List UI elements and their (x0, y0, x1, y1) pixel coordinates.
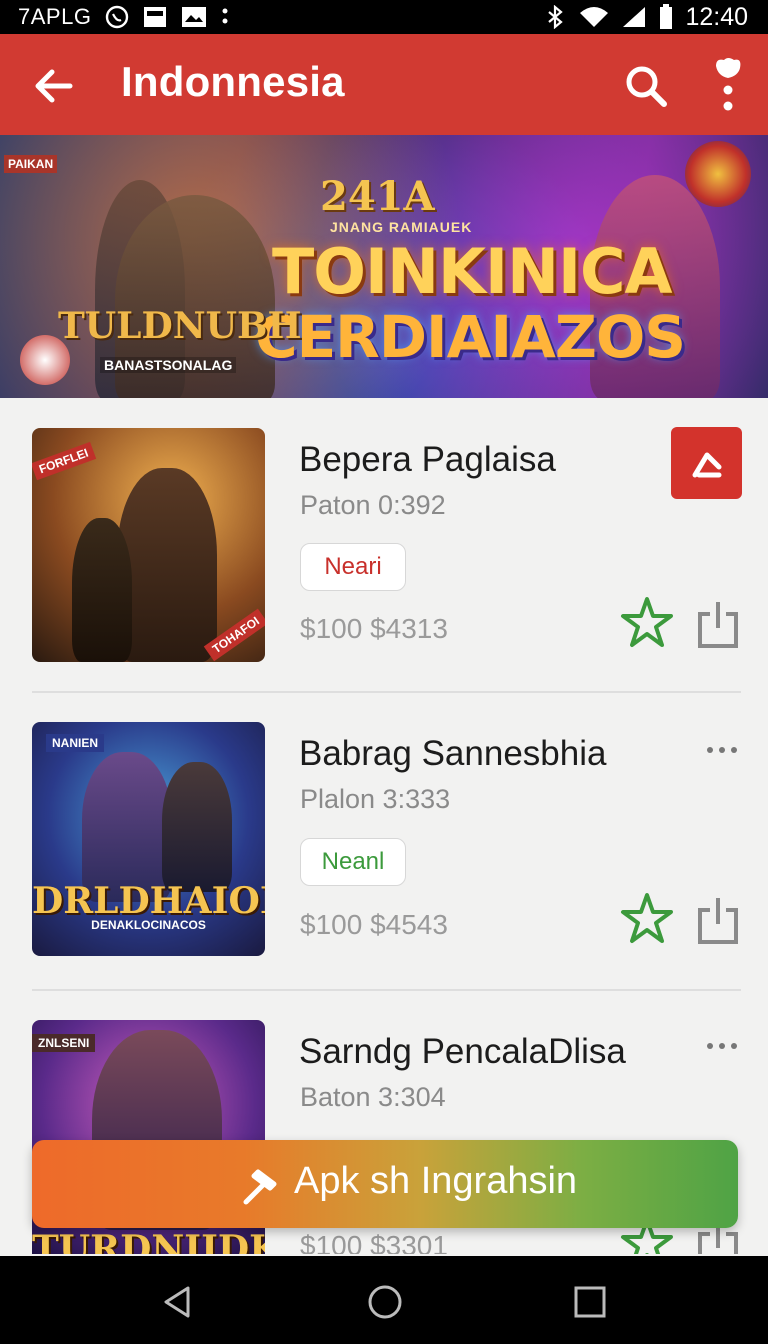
thumbnail-corner-label: NANIEN (46, 734, 105, 752)
clock: 12:40 (685, 2, 748, 31)
list-item[interactable]: FORFLEI TOHAFOI Bepera Paglaisa Paton 0:… (0, 398, 768, 692)
item-thumbnail: FORFLEI TOHAFOI (32, 428, 265, 662)
item-subtitle: Baton 3:304 (300, 1082, 446, 1112)
banner-tag: PAIKAN (4, 155, 58, 173)
banner-small-text: JNANG RAMIAUEK (330, 219, 473, 235)
more-options-button[interactable] (704, 740, 740, 760)
thumbnail-title: DRLDHAIOK (32, 880, 265, 922)
battery-icon (660, 4, 673, 29)
divider (32, 989, 741, 991)
install-apk-button[interactable]: Apk sh Ingrahsin (32, 1140, 738, 1228)
banner-chip (685, 141, 751, 207)
thumbnail-corner-label: ZNLSENI (32, 1034, 96, 1052)
image-icon (144, 7, 167, 27)
back-button[interactable] (30, 62, 78, 110)
banner-left-title: TULDNUBH (58, 305, 302, 347)
app-bar: Indonnesia (0, 34, 768, 135)
item-title: Bepera Paglaisa (299, 440, 556, 479)
nav-recents-button[interactable] (570, 1282, 610, 1322)
thumbnail-character (117, 468, 217, 662)
carrier-label: 7APLG (18, 4, 92, 29)
banner-year: 241A (320, 173, 435, 220)
back-triangle-icon (164, 1286, 190, 1318)
favorite-button[interactable] (620, 596, 674, 650)
item-tag-button[interactable]: Neanl (300, 838, 406, 886)
thumbnail-title: TURDNIIDK (32, 1228, 265, 1254)
whatsapp-icon (106, 5, 129, 29)
more-horiz-icon (707, 747, 737, 753)
nav-home-button[interactable] (365, 1282, 405, 1322)
list-item[interactable]: NANIEN DRLDHAIOK DENAKLOCINACOS Babrag S… (0, 694, 768, 990)
search-button[interactable] (622, 62, 670, 110)
share-button[interactable] (696, 894, 740, 946)
banner-headline: TOINKINICA (272, 235, 673, 308)
item-price: $100 $3301 (300, 1230, 448, 1254)
recents-square-icon (574, 1286, 606, 1318)
banner-left-subtitle: BANASTSONALAG (100, 357, 237, 373)
promo-banner[interactable]: PAIKAN 241A JNANG RAMIAUEK TOINKINICA CE… (0, 135, 768, 398)
share-icon (698, 602, 738, 648)
favorite-button[interactable] (620, 892, 674, 946)
install-action-button[interactable] (671, 427, 742, 499)
more-options-button[interactable] (706, 56, 750, 116)
more-vert-icon (716, 58, 741, 111)
item-tag-button[interactable]: Neari (300, 543, 406, 591)
wifi-icon (580, 7, 609, 27)
install-button-label: Apk sh Ingrahsin (294, 1160, 578, 1202)
item-subtitle: Paton 0:392 (300, 490, 446, 520)
star-icon (621, 597, 673, 647)
status-bar: 7APLG 12:40 (0, 0, 768, 34)
gallery-icon (182, 7, 207, 27)
bluetooth-icon (548, 5, 564, 29)
hammer-icon (243, 1169, 277, 1205)
hammer-icon (692, 452, 722, 478)
navigation-bar (0, 1256, 768, 1344)
thumbnail-corner-label: FORFLEI (32, 441, 97, 481)
home-circle-icon (368, 1285, 402, 1319)
thumbnail-character (72, 518, 132, 662)
divider (32, 691, 741, 693)
thumbnail-subtitle: DENAKLOCINACOS (91, 918, 206, 932)
page-title: Indonnesia (121, 58, 345, 105)
search-icon (626, 66, 667, 107)
dots-icon (222, 8, 228, 24)
star-icon (621, 893, 673, 943)
banner-subheadline: CERDIAIAZOS (255, 303, 686, 371)
signal-icon (623, 7, 646, 27)
item-thumbnail: NANIEN DRLDHAIOK DENAKLOCINACOS (32, 722, 265, 956)
back-arrow-icon (35, 69, 73, 103)
thumbnail-character (162, 762, 232, 892)
more-horiz-icon (707, 1043, 737, 1049)
item-subtitle: Plalon 3:333 (300, 784, 451, 814)
more-options-button[interactable] (704, 1036, 740, 1056)
share-button[interactable] (696, 598, 740, 650)
item-title: Sarndg PencalaDlisa (299, 1032, 626, 1071)
item-price: $100 $4543 (300, 909, 448, 940)
share-icon (698, 898, 738, 944)
nav-back-button[interactable] (158, 1282, 198, 1322)
item-title: Babrag Sannesbhia (299, 734, 607, 773)
item-price: $100 $4313 (300, 613, 448, 644)
